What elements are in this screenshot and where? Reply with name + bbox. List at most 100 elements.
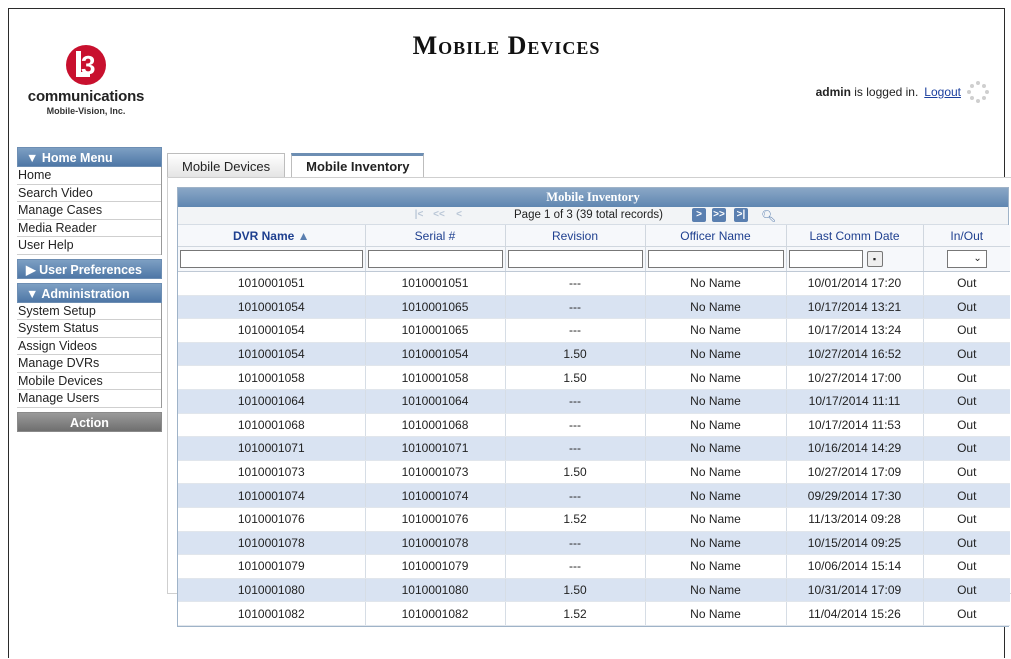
cell-last-comm-date: 10/01/2014 17:20 (786, 271, 924, 296)
filter-serial-input[interactable] (367, 250, 503, 268)
cell-serial: 1010001078 (365, 531, 506, 556)
cell-revision: 1.50 (505, 460, 646, 485)
login-status: admin is logged in. Logout (816, 81, 989, 103)
table-row[interactable]: 1010001079 1010001079 --- No Name 10/06/2014… (178, 554, 1010, 579)
sidebar-item-mobile-devices[interactable]: Mobile Devices (17, 372, 161, 390)
column-header-revision[interactable]: Revision (505, 225, 646, 247)
cell-revision: --- (505, 413, 646, 438)
table-row[interactable]: 1010001071 1010001071 --- No Name 10/16/2014… (178, 436, 1010, 461)
cell-serial: 1010001076 (365, 507, 506, 532)
cell-officer-name: No Name (645, 507, 787, 532)
pager: |< << < Page 1 of 3 (39 total records) >… (178, 207, 1008, 225)
action-header[interactable]: Action (17, 411, 162, 432)
cell-in-out: Out (923, 578, 1010, 603)
table-row[interactable]: 1010001076 1010001076 1.52 No Name 11/13/201… (178, 507, 1010, 532)
logo-subtitle: Mobile-Vision, Inc. (46, 106, 126, 116)
cell-revision: 1.50 (505, 578, 646, 603)
cell-officer-name: No Name (645, 601, 787, 626)
cell-revision: --- (505, 436, 646, 461)
cell-last-comm-date: 09/29/2014 17:30 (786, 483, 924, 508)
cell-last-comm-date: 10/27/2014 17:09 (786, 460, 924, 485)
sidebar-item-user-help[interactable]: User Help (17, 237, 161, 255)
sidebar-item-manage-users[interactable]: Manage Users (17, 390, 161, 408)
cell-dvr-name: 1010001054 (178, 318, 366, 343)
cell-officer-name: No Name (645, 318, 787, 343)
cell-dvr-name: 1010001078 (178, 531, 366, 556)
cell-dvr-name: 1010001071 (178, 436, 366, 461)
username: admin (815, 85, 851, 99)
next-group-icon[interactable]: >> (712, 208, 726, 222)
tab-mobile-inventory[interactable]: Mobile Inventory (291, 153, 425, 177)
table-row[interactable]: 1010001073 1010001073 1.50 No Name 10/27/201… (178, 460, 1010, 485)
cell-dvr-name: 1010001064 (178, 389, 366, 414)
table-row[interactable]: 1010001078 1010001078 --- No Name 10/15/2014… (178, 531, 1010, 556)
table-row[interactable]: 1010001054 1010001065 --- No Name 10/17/2014… (178, 295, 1010, 320)
table-row[interactable]: 1010001080 1010001080 1.50 No Name 10/31/201… (178, 578, 1010, 603)
table-row[interactable]: 1010001064 1010001064 --- No Name 10/17/2014… (178, 389, 1010, 414)
table-body: 1010001051 1010001051 --- No Name 10/01/2014… (178, 271, 1010, 626)
administration-header[interactable]: ▼ Administration (17, 282, 162, 303)
cell-officer-name: No Name (645, 483, 787, 508)
sidebar-item-home[interactable]: Home (17, 167, 161, 185)
cell-revision: --- (505, 531, 646, 556)
cell-dvr-name: 1010001082 (178, 601, 366, 626)
cell-officer-name: No Name (645, 531, 787, 556)
tab-mobile-devices[interactable]: Mobile Devices (167, 153, 286, 177)
filter-revision-input[interactable] (507, 250, 643, 268)
table-row[interactable]: 1010001054 1010001065 --- No Name 10/17/2014… (178, 318, 1010, 343)
prev-group-icon[interactable]: << (432, 208, 446, 222)
cell-last-comm-date: 10/17/2014 11:11 (786, 389, 924, 414)
table-row[interactable]: 1010001051 1010001051 --- No Name 10/01/2014… (178, 271, 1010, 296)
table-row[interactable]: 1010001058 1010001058 1.50 No Name 10/27/201… (178, 365, 1010, 390)
table-row[interactable]: 1010001082 1010001082 1.52 No Name 11/04/201… (178, 601, 1010, 626)
home-menu-header[interactable]: ▼ Home Menu (17, 147, 162, 167)
prev-page-icon[interactable]: < (452, 208, 466, 222)
cell-in-out: Out (923, 295, 1010, 320)
sidebar-item-assign-videos[interactable]: Assign Videos (17, 337, 161, 355)
sidebar-item-system-setup[interactable]: System Setup (17, 302, 161, 320)
filter-dvr-name-input[interactable] (180, 250, 363, 268)
logout-link[interactable]: Logout (924, 85, 961, 99)
last-page-icon[interactable]: >| (734, 208, 748, 222)
column-header-last-comm-date[interactable]: Last Comm Date (786, 225, 924, 247)
sidebar-item-manage-dvrs[interactable]: Manage DVRs (17, 355, 161, 373)
column-header-serial[interactable]: Serial # (365, 225, 506, 247)
cell-serial: 1010001068 (365, 413, 506, 438)
next-page-icon[interactable]: > (692, 208, 706, 222)
user-preferences-header[interactable]: ▶ User Preferences (17, 258, 162, 279)
column-header-in-out[interactable]: In/Out (923, 225, 1010, 247)
filter-officer-name-input[interactable] (647, 250, 784, 268)
app-frame: 3 communications Mobile-Vision, Inc. Mob… (8, 8, 1011, 658)
cell-last-comm-date: 10/17/2014 13:24 (786, 318, 924, 343)
cell-last-comm-date: 11/04/2014 15:26 (786, 601, 924, 626)
cell-revision: --- (505, 389, 646, 414)
cell-revision: --- (505, 271, 646, 296)
table-row[interactable]: 1010001068 1010001068 --- No Name 10/17/2014… (178, 413, 1010, 438)
cell-serial: 1010001079 (365, 554, 506, 579)
cell-dvr-name: 1010001068 (178, 413, 366, 438)
column-header-officer-name[interactable]: Officer Name (645, 225, 787, 247)
logged-in-text: is logged in. (854, 85, 919, 99)
search-icon[interactable]: 🔍︎ (761, 208, 776, 225)
cell-serial: 1010001074 (365, 483, 506, 508)
cell-officer-name: No Name (645, 389, 787, 414)
sidebar-item-media-reader[interactable]: Media Reader (17, 219, 161, 237)
inventory-table: DVR Name ▲ Serial # Revision Officer Nam… (178, 225, 1010, 626)
calendar-icon[interactable]: ▪ (866, 251, 883, 267)
first-page-icon[interactable]: |< (412, 208, 426, 222)
inventory-grid: Mobile Inventory |< << < Page 1 of 3 (39… (177, 187, 1010, 627)
filter-last-comm-date-input[interactable] (788, 250, 863, 268)
sidebar-item-manage-cases[interactable]: Manage Cases (17, 202, 161, 220)
cell-serial: 1010001082 (365, 601, 506, 626)
filter-in-out-select[interactable]: ⌄ (946, 250, 987, 268)
sidebar-item-search-video[interactable]: Search Video (17, 184, 161, 202)
column-header-dvr-name[interactable]: DVR Name ▲ (178, 225, 366, 247)
cell-dvr-name: 1010001074 (178, 483, 366, 508)
cell-dvr-name: 1010001076 (178, 507, 366, 532)
table-row[interactable]: 1010001074 1010001074 --- No Name 09/29/2014… (178, 483, 1010, 508)
table-row[interactable]: 1010001054 1010001054 1.50 No Name 10/27/201… (178, 342, 1010, 367)
home-menu-items: Home Search Video Manage Cases Media Rea… (17, 167, 162, 255)
cell-last-comm-date: 10/27/2014 16:52 (786, 342, 924, 367)
cell-in-out: Out (923, 271, 1010, 296)
sidebar-item-system-status[interactable]: System Status (17, 320, 161, 338)
